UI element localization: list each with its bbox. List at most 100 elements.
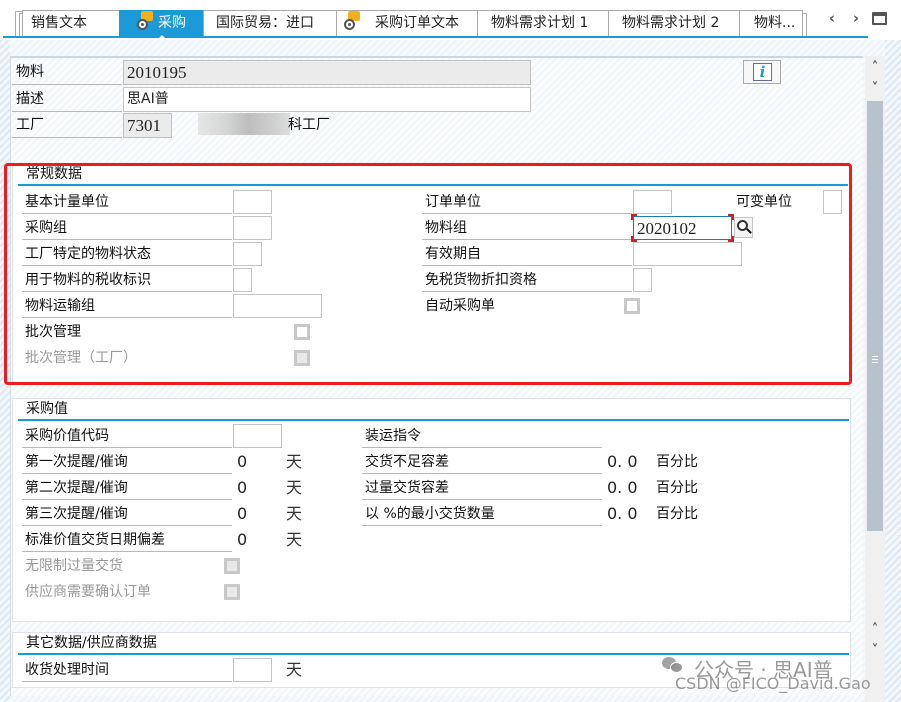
overdelivery-tolerance-label: 过量交货容差 (365, 480, 449, 496)
valid-from-field[interactable] (633, 242, 742, 266)
tax-indicator-field[interactable] (233, 268, 252, 292)
purchasing-group-field[interactable] (233, 216, 272, 240)
label-underline (22, 239, 232, 240)
tab-purchase-order-text[interactable]: 采购订单文本 (336, 10, 478, 36)
reminder-2-value: 0 (237, 478, 248, 497)
section-divider (18, 184, 848, 186)
label-underline (22, 291, 232, 292)
purchasing-icon (136, 11, 154, 31)
variable-unit-label: 可变单位 (736, 194, 792, 210)
plant-name-text: 科工厂 (288, 117, 330, 133)
tax-free-discount-label: 免税货物折扣资格 (425, 272, 537, 288)
chevron-right-icon: › (852, 9, 860, 27)
order-unit-field[interactable] (633, 190, 672, 214)
batch-management-checkbox[interactable] (294, 324, 310, 340)
chevron-down-icon: ˅ (871, 81, 879, 96)
reminder-3-label: 第三次提醒/催询 (25, 506, 128, 522)
scroll-down-button[interactable]: ˅ (865, 80, 885, 98)
gr-processing-time-unit: 天 (286, 660, 303, 679)
tab-label: 采购订单文本 (375, 15, 459, 31)
label-underline (362, 499, 602, 500)
label-underline (22, 551, 232, 552)
tab-label: 物料需求计划 1 (491, 15, 589, 31)
label-underline (422, 213, 632, 214)
base-unit-label: 基本计量单位 (25, 194, 109, 210)
batch-management-label: 批次管理 (25, 324, 81, 340)
label-underline (22, 213, 232, 214)
tab-sales-text[interactable]: 销售文本 (22, 10, 120, 36)
tab-scroll-right-button[interactable]: › (847, 8, 865, 28)
left-gutter (0, 40, 10, 702)
purchasing-icon (343, 11, 361, 31)
tab-scroll-left-button[interactable]: ‹ (823, 8, 841, 28)
search-help-button[interactable] (734, 217, 753, 238)
section-title: 其它数据/供应商数据 (26, 635, 157, 651)
order-unit-label: 订单单位 (425, 194, 481, 210)
tax-free-discount-field[interactable] (633, 268, 652, 292)
tab-label: 销售文本 (31, 15, 87, 31)
chevron-left-icon: ‹ (828, 9, 836, 27)
material-group-label: 物料组 (425, 220, 467, 236)
label-underline (362, 447, 602, 448)
reminder-1-value: 0 (237, 452, 248, 471)
tab-overflow-indicator (803, 13, 807, 36)
reminder-1-unit: 天 (286, 452, 303, 471)
label-underline (12, 137, 122, 138)
scroll-thumb[interactable] (867, 101, 883, 531)
tax-indicator-label: 用于物料的税收标识 (25, 272, 151, 288)
base-unit-field[interactable] (233, 190, 272, 214)
auto-po-checkbox[interactable] (624, 298, 640, 314)
label-underline (22, 317, 232, 318)
tab-mrp-1[interactable]: 物料需求计划 1 (477, 10, 609, 36)
chevron-up-icon: ˄ (871, 60, 879, 75)
reminder-2-unit: 天 (286, 478, 303, 497)
std-delivery-deviation-unit: 天 (286, 530, 303, 549)
scroll-up-button[interactable]: ˄ (865, 59, 885, 77)
info-button[interactable]: i (743, 60, 781, 84)
vertical-scrollbar[interactable]: ˄ ˅ ˄ ˅ (865, 56, 885, 702)
tab-underline (3, 36, 868, 38)
tab-label: 采购 (158, 15, 186, 31)
transport-group-field[interactable] (233, 294, 322, 318)
std-delivery-deviation-label: 标准价值交货日期偏差 (25, 532, 165, 548)
section-divider (18, 419, 849, 421)
plant-material-status-field[interactable] (233, 242, 262, 266)
material-field[interactable]: 2010195 (123, 60, 531, 85)
gr-processing-time-field[interactable] (233, 658, 272, 682)
section-divider (18, 653, 849, 655)
plant-field[interactable]: 7301 (123, 113, 172, 138)
reminder-1-label: 第一次提醒/催询 (25, 454, 128, 470)
grip-icon (872, 356, 878, 364)
variable-unit-field[interactable] (823, 190, 842, 214)
label-underline (422, 239, 632, 240)
gr-processing-time-label: 收货处理时间 (25, 662, 109, 678)
tab-foreign-trade-import[interactable]: 国际贸易：进口 (203, 10, 337, 36)
transport-group-label: 物料运输组 (25, 298, 95, 314)
batch-management-plant-checkbox (294, 350, 310, 366)
purchasing-value-key-field[interactable] (233, 424, 282, 448)
tab-list-icon[interactable] (872, 12, 887, 25)
label-underline (22, 447, 232, 448)
section-title: 常规数据 (26, 166, 82, 182)
valid-from-label: 有效期自 (425, 246, 481, 262)
label-underline (12, 84, 122, 85)
vendor-ack-label: 供应商需要确认订单 (25, 584, 151, 600)
chevron-up-icon: ˄ (871, 622, 879, 637)
label-underline (422, 265, 632, 266)
tab-mrp-2[interactable]: 物料需求计划 2 (608, 10, 740, 36)
redacted-plant-name (198, 113, 290, 135)
plant-label: 工厂 (16, 117, 44, 133)
label-underline (22, 265, 232, 266)
scroll-down-button-lower[interactable]: ˅ (865, 642, 885, 660)
tab-bar: 销售文本 采购 国际贸易：进口 采购订单文本 物料需求计划 1 物料需求计划 2… (0, 0, 901, 40)
label-underline (22, 473, 232, 474)
material-group-field[interactable]: 2020102 (633, 216, 732, 240)
tab-more[interactable]: 物料... (739, 10, 803, 36)
underdelivery-tolerance-label: 交货不足容差 (365, 454, 449, 470)
scroll-up-button-lower[interactable]: ˄ (865, 621, 885, 639)
batch-management-plant-label: 批次管理（工厂） (25, 350, 137, 366)
active-tab-indicator-inner (159, 35, 165, 38)
description-field[interactable]: 思AI普 (123, 87, 531, 112)
reminder-3-value: 0 (237, 504, 248, 523)
focus-corner (631, 214, 637, 220)
